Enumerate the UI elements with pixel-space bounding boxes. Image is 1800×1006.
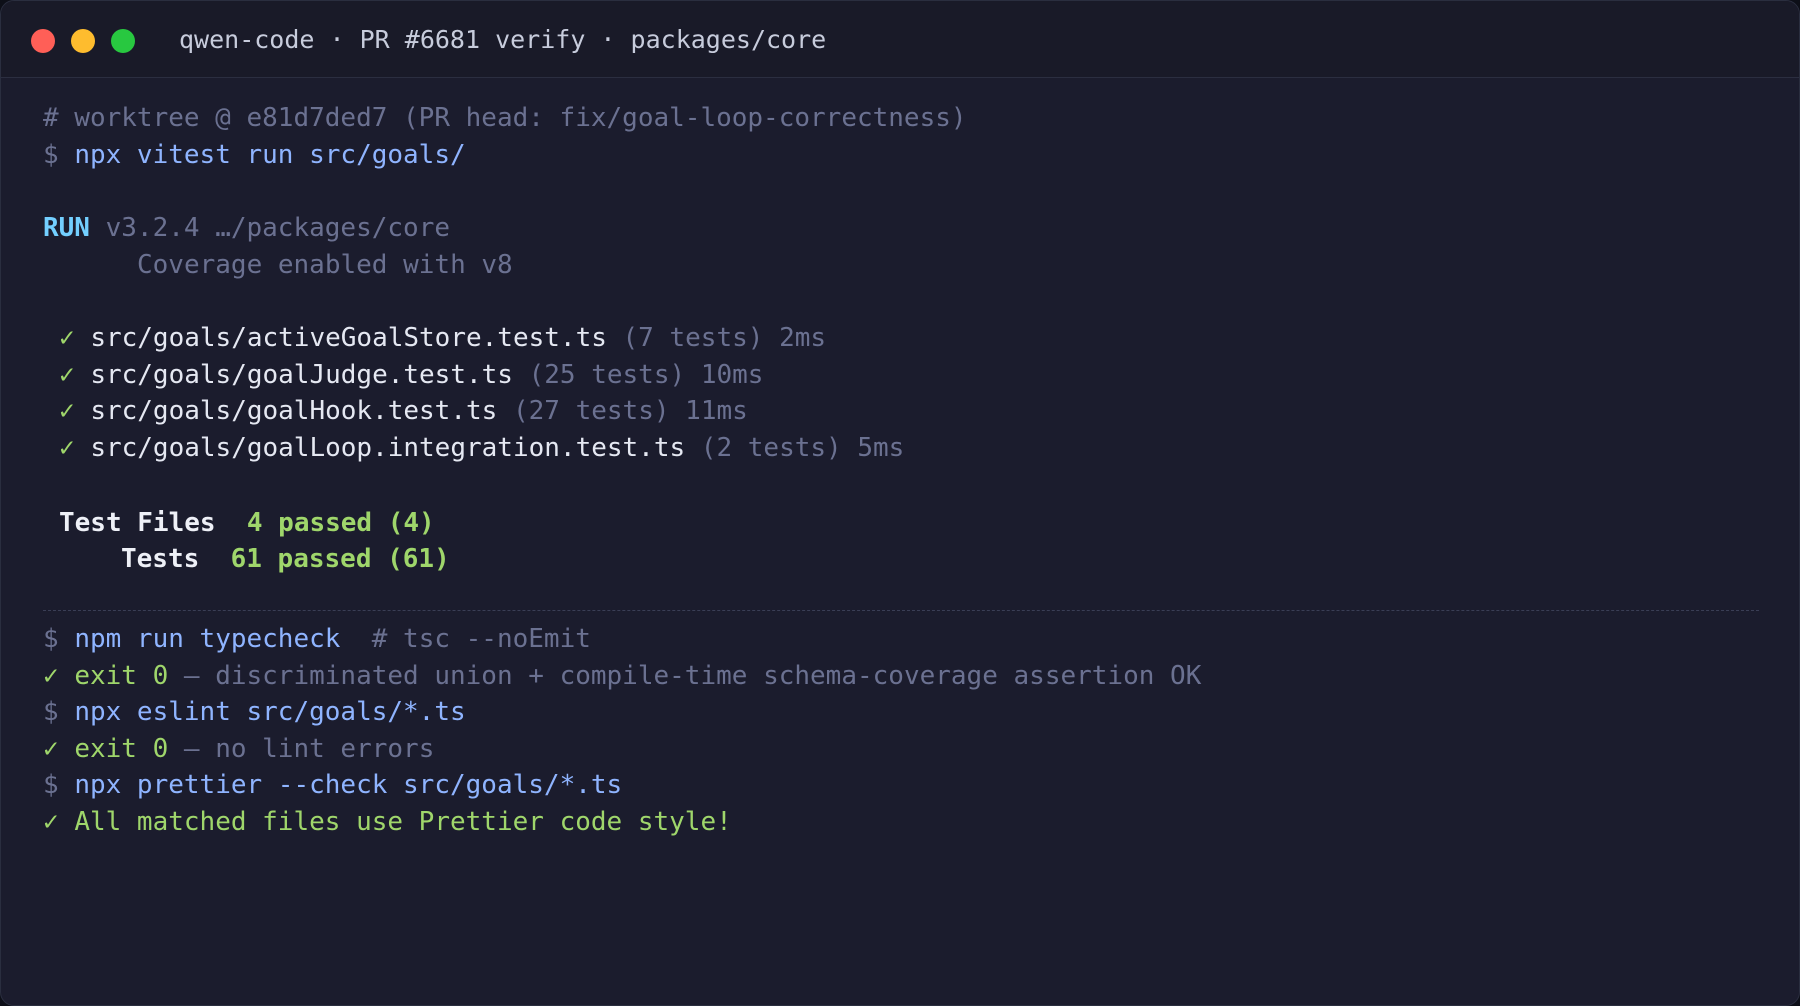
prettier-result: ✓ All matched files use Prettier code st… [43, 802, 732, 842]
window-title: qwen-code · PR #6681 verify · packages/c… [179, 25, 827, 54]
typecheck-result: ✓ exit 0 — discriminated union + compile… [43, 656, 1201, 696]
check-icon: ✓ [43, 661, 59, 691]
terminal-output-lower: $ npm run typecheck # tsc --noEmit ✓ exi… [1, 77, 1799, 1005]
check-icon: ✓ [43, 734, 59, 764]
command-text: npx prettier --check src/goals/*.ts [74, 770, 623, 800]
minimize-button[interactable] [71, 29, 95, 53]
result-message: All matched files use Prettier code styl… [74, 807, 732, 837]
exit-code: exit 0 [74, 661, 169, 691]
title-bar: qwen-code · PR #6681 verify · packages/c… [1, 1, 1799, 78]
result-message: — no lint errors [183, 734, 435, 764]
command-text: npx eslint src/goals/*.ts [74, 697, 466, 727]
command-line-typecheck: $ npm run typecheck # tsc --noEmit [43, 619, 591, 659]
command-text: npm run typecheck [74, 624, 341, 654]
maximize-button[interactable] [111, 29, 135, 53]
command-line-prettier: $ npx prettier --check src/goals/*.ts [43, 765, 622, 805]
prompt-symbol: $ [43, 624, 59, 654]
check-icon: ✓ [43, 807, 59, 837]
exit-code: exit 0 [74, 734, 169, 764]
eslint-result: ✓ exit 0 — no lint errors [43, 729, 434, 769]
command-comment: # tsc --noEmit [371, 624, 591, 654]
result-message: — discriminated union + compile-time sch… [183, 661, 1202, 691]
command-line-eslint: $ npx eslint src/goals/*.ts [43, 692, 466, 732]
prompt-symbol: $ [43, 697, 59, 727]
prompt-symbol: $ [43, 770, 59, 800]
terminal-window: qwen-code · PR #6681 verify · packages/c… [0, 0, 1800, 1006]
close-button[interactable] [31, 29, 55, 53]
